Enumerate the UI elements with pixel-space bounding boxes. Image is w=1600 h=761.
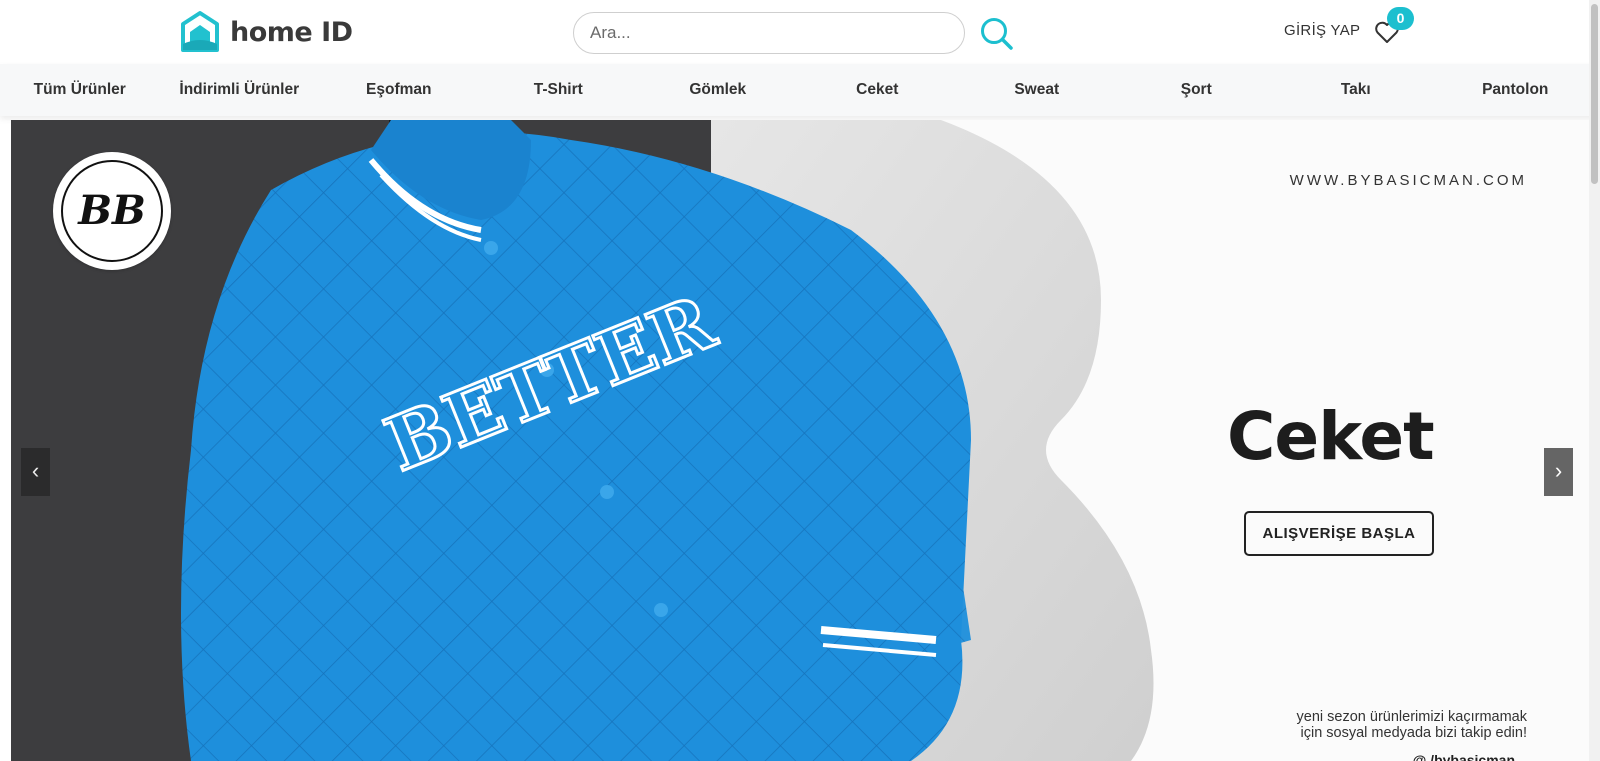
hero-title: Ceket [1227,398,1435,475]
brand-logo: BB [53,152,171,270]
favorites-count-badge: 0 [1387,7,1414,30]
home-logo[interactable]: home ID [180,10,353,54]
social-follow-text: yeni sezon ürünlerimizi kaçırmamak için … [1197,709,1527,741]
logo-text: home ID [230,16,353,48]
nav-item-tshirt[interactable]: T-Shirt [479,81,639,99]
login-link[interactable]: GİRİŞ YAP [1284,22,1360,39]
slider-prev-button[interactable]: ‹ [21,448,50,496]
social-text-line-2: için sosyal medyada bizi takip edin! [1300,725,1527,741]
hero-website-url: WWW.BYBASICMAN.COM [1289,172,1527,189]
nav-item-all-products[interactable]: Tüm Ürünler [0,81,160,99]
chevron-left-icon: ‹ [31,458,40,483]
nav-item-shorts[interactable]: Şort [1117,81,1277,99]
slider-next-button[interactable]: › [1544,448,1573,496]
svg-text:BB: BB [77,187,146,234]
social-handle: @ /bybasicman [1412,752,1515,761]
search-icon[interactable] [978,15,1016,53]
social-text-line-1: yeni sezon ürünlerimizi kaçırmamak [1296,709,1527,725]
nav-item-shirt[interactable]: Gömlek [638,81,798,99]
brand-logo-mark: BB [61,160,163,262]
chevron-right-icon: › [1554,458,1563,483]
nav-item-tracksuit[interactable]: Eşofman [319,81,479,99]
category-nav: Tüm Ürünler İndirimli Ürünler Eşofman T-… [0,64,1600,116]
nav-item-pants[interactable]: Pantolon [1436,81,1596,99]
hero-slider[interactable]: BETTER BB WWW.BYBASICMAN.COM Ceket ALIŞV… [11,120,1589,761]
nav-item-jewelry[interactable]: Takı [1276,81,1436,99]
home-logo-icon [181,11,219,52]
scrollbar-thumb[interactable] [1591,4,1598,184]
page-scrollbar[interactable] [1589,0,1600,761]
search-input[interactable] [573,12,965,54]
site-header: home ID GİRİŞ YAP 0 [0,0,1600,64]
nav-item-sweat[interactable]: Sweat [957,81,1117,99]
nav-item-jacket[interactable]: Ceket [798,81,958,99]
nav-item-discounted[interactable]: İndirimli Ürünler [160,81,320,99]
start-shopping-button[interactable]: ALIŞVERİŞE BAŞLA [1244,511,1434,556]
